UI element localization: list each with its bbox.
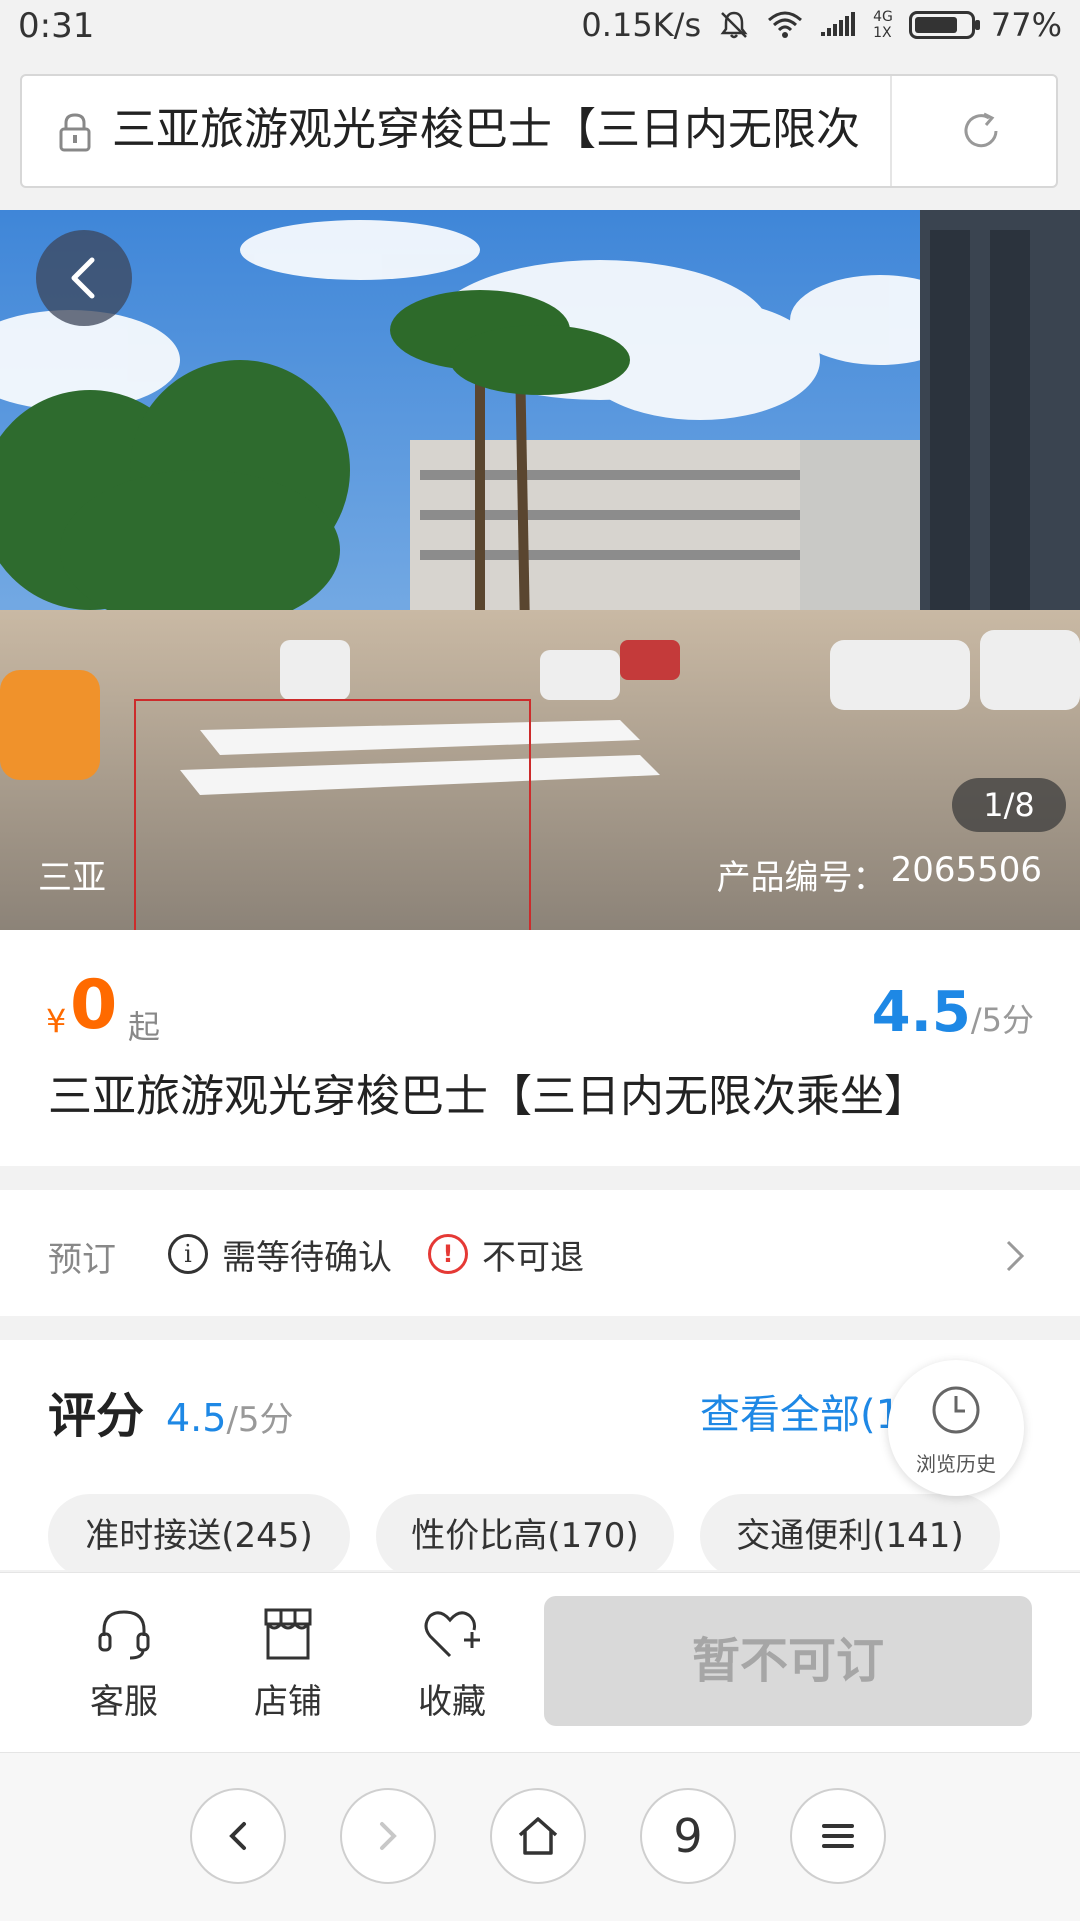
heart-plus-icon: [424, 1611, 480, 1658]
browser-forward-button[interactable]: [340, 1788, 436, 1884]
review-chip-value[interactable]: 性价比高(170): [376, 1494, 674, 1578]
product-title: 三亚旅游观光穿梭巴士【三日内无限次乘坐】: [48, 1071, 928, 1122]
shop-label: 店铺: [254, 1682, 322, 1722]
battery-percent: 77%: [990, 6, 1062, 44]
price-section: [0, 930, 1080, 1166]
browser-home-button[interactable]: [490, 1788, 586, 1884]
reviews-title: 评分: [48, 1388, 145, 1444]
address-divider: [890, 76, 892, 186]
currency-symbol: ¥: [46, 1002, 67, 1040]
reviews-score-value: 4.5: [166, 1396, 227, 1440]
review-chip-ontime[interactable]: 准时接送(245): [48, 1494, 350, 1578]
customer-service-label: 客服: [90, 1682, 158, 1722]
back-button[interactable]: [36, 230, 132, 326]
chevron-right-icon[interactable]: [1000, 1236, 1030, 1280]
clock-icon: [932, 1386, 980, 1434]
network-type-bottom: 1X: [873, 25, 892, 41]
status-time: 0:31: [18, 6, 95, 46]
booking-tag-nonrefundable: 不可退: [482, 1238, 584, 1278]
price-value: 0: [70, 966, 118, 1045]
browser-menu-button[interactable]: [790, 1788, 886, 1884]
warning-icon: !: [428, 1234, 468, 1274]
browser-back-button[interactable]: [190, 1788, 286, 1884]
favorite-button[interactable]: 收藏: [392, 1604, 512, 1723]
url-title[interactable]: 三亚旅游观光穿梭巴士【三日内无限次: [112, 100, 882, 160]
battery-icon: [908, 11, 980, 39]
reviews-score-max: /5分: [226, 1400, 294, 1440]
booking-label: 预订: [48, 1240, 116, 1280]
arrow-right-icon: [380, 1822, 397, 1850]
price-suffix: 起: [128, 1008, 161, 1046]
battery-level: [914, 17, 957, 33]
customer-service-button[interactable]: 客服: [64, 1604, 184, 1723]
chevron-left-icon: [71, 257, 95, 299]
browse-history-button[interactable]: 浏览历史: [888, 1360, 1024, 1496]
booking-tag-confirm: 需等待确认: [222, 1238, 392, 1278]
mute-icon: [717, 8, 751, 42]
status-right: 0.15K/s 4G 1X 77%: [581, 6, 1062, 44]
reviews-score: 4.5 /5分: [166, 1392, 294, 1441]
product-photo[interactable]: [0, 210, 1080, 930]
product-code: 产品编号： 2065506: [717, 850, 1042, 899]
hero-city: 三亚: [38, 858, 106, 898]
address-bar[interactable]: 三亚旅游观光穿梭巴士【三日内无限次: [20, 74, 1058, 188]
menu-icon: [822, 1824, 854, 1848]
favorite-label: 收藏: [418, 1682, 486, 1722]
browse-history-label: 浏览历史: [916, 1452, 996, 1476]
arrow-left-icon: [229, 1822, 246, 1850]
rating-value: 4.5: [871, 980, 971, 1045]
home-icon: [518, 1817, 558, 1855]
tab-count: 9: [673, 1809, 703, 1863]
product-code-label: 产品编号：: [716, 858, 887, 898]
wifi-icon: [767, 10, 803, 40]
headset-icon: [98, 1610, 150, 1660]
product-code-value: 2065506: [890, 850, 1042, 890]
signal-icon: [819, 10, 857, 40]
book-now-button-disabled[interactable]: 暂不可订: [544, 1596, 1032, 1726]
image-counter: 1/8: [952, 778, 1066, 832]
store-icon: [264, 1608, 312, 1660]
info-icon: i: [168, 1234, 208, 1274]
review-chip-transport[interactable]: 交通便利(141): [700, 1494, 1000, 1578]
network-type: 4G 1X: [873, 9, 893, 41]
refresh-icon[interactable]: [956, 106, 1006, 160]
network-speed: 0.15K/s: [581, 6, 702, 44]
lock-icon: [58, 112, 92, 156]
shop-button[interactable]: 店铺: [228, 1604, 348, 1723]
network-type-top: 4G: [873, 9, 893, 25]
browser-tabs-button[interactable]: 9: [640, 1788, 736, 1884]
rating-summary: 4.5 /5分: [872, 980, 1034, 1045]
rating-max: /5分: [970, 1001, 1034, 1039]
